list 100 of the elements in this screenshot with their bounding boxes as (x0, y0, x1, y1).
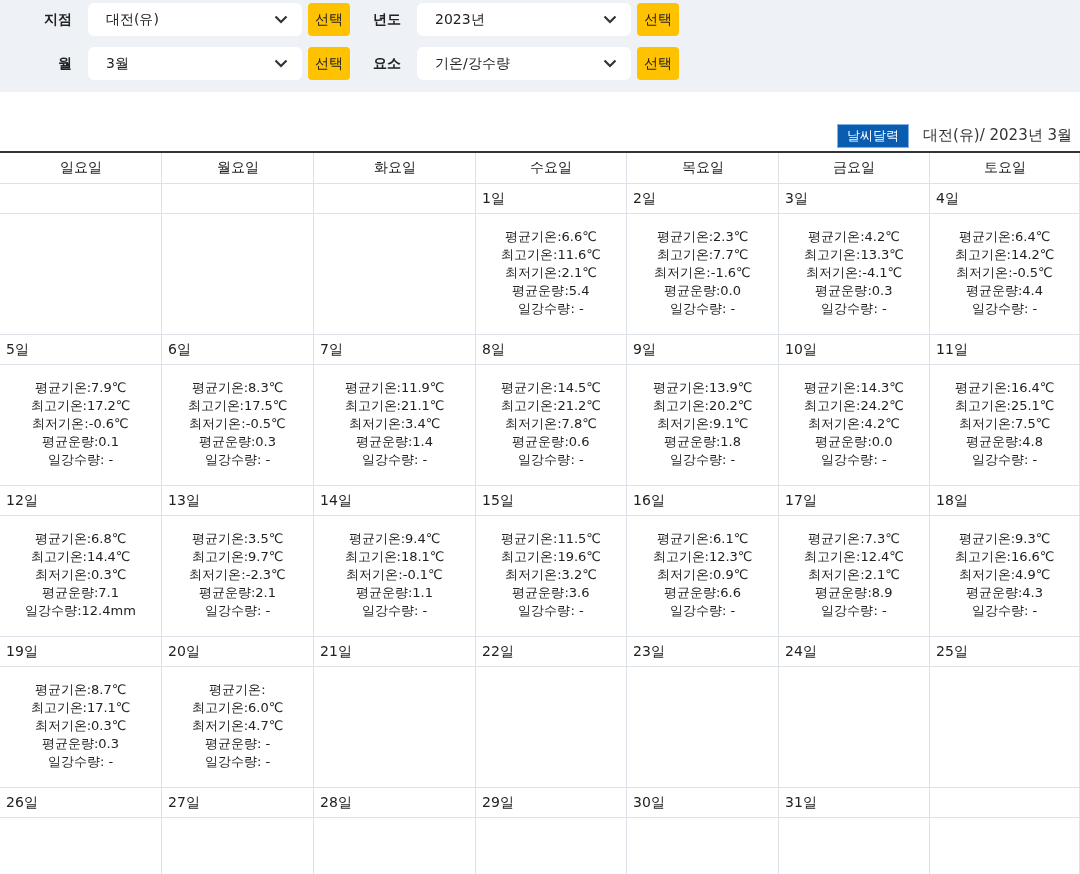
day-number: 31일 (785, 793, 817, 812)
weather-stat: 일강수량: - (821, 451, 887, 469)
weather-stat: 최고기온:7.7℃ (656, 246, 749, 264)
weather-stat: 최고기온:9.7℃ (191, 548, 284, 566)
day-number: 10일 (785, 340, 817, 359)
weather-stat: 일강수량: - (47, 451, 114, 469)
weather-stat: 최저기온:2.1℃ (808, 566, 900, 584)
weather-stat: 최고기온:24.2℃ (804, 397, 904, 415)
day-number: 13일 (168, 491, 200, 510)
weather-stat: 일강수량: - (361, 602, 428, 620)
weather-stat: 평균운량:4.3 (965, 584, 1044, 602)
weather-stat: 최고기온:6.0℃ (191, 699, 284, 717)
day-number: 28일 (320, 793, 352, 812)
weather-stat: 평균기온:8.3℃ (191, 379, 284, 397)
day-number: 21일 (320, 642, 352, 661)
filter-label: 지점 (43, 9, 72, 29)
weekday-header: 일요일 (0, 153, 162, 184)
weekday-header: 목요일 (627, 153, 779, 184)
weather-stat: 평균기온:11.9℃ (344, 379, 445, 397)
day-number: 27일 (168, 793, 200, 812)
weather-stat: 최저기온:-0.5℃ (189, 415, 286, 433)
select-button[interactable]: 선택 (637, 3, 679, 36)
weather-stat: 평균운량:4.8 (965, 433, 1044, 451)
weather-stat: 평균운량:0.3 (198, 433, 277, 451)
weather-stat: 평균기온:11.5℃ (501, 530, 601, 548)
day-number: 4일 (936, 189, 959, 208)
weather-stat: 최저기온:4.7℃ (191, 717, 284, 735)
weather-stat: 평균운량:3.6 (512, 584, 590, 602)
weather-stat: 일강수량: - (47, 753, 114, 771)
day-number: 8일 (482, 340, 505, 359)
day-number: 16일 (633, 491, 665, 510)
weather-stat: 평균기온: (209, 681, 266, 699)
chevron-down-icon (274, 15, 288, 24)
select-dropdown[interactable]: 대전(유) (88, 3, 302, 36)
weather-stat: 최저기온:4.9℃ (958, 566, 1051, 584)
weather-stat: 평균기온:6.1℃ (656, 530, 749, 548)
weather-stat: 최저기온:7.8℃ (505, 415, 597, 433)
weather-stat: 평균운량:6.6 (663, 584, 742, 602)
weather-stat: 일강수량: - (518, 300, 584, 318)
day-number: 25일 (936, 642, 968, 661)
chevron-down-icon (603, 59, 617, 68)
weather-stat: 일강수량: - (204, 602, 271, 620)
weather-stat: 일강수량: - (821, 300, 887, 318)
weather-stat: 일강수량: - (971, 300, 1038, 318)
weather-stat: 최저기온:-2.3℃ (189, 566, 286, 584)
weather-stat: 일강수량: - (669, 602, 736, 620)
weather-stat: 평균운량:0.3 (41, 735, 120, 753)
select-button[interactable]: 선택 (637, 47, 679, 80)
weather-stat: 최고기온:21.2℃ (501, 397, 601, 415)
weather-stat: 평균운량:0.6 (512, 433, 590, 451)
weekday-header: 금요일 (779, 153, 930, 184)
weather-stat: 평균기온:7.9℃ (34, 379, 127, 397)
select-button[interactable]: 선택 (308, 47, 350, 80)
weather-stat: 최저기온:-1.6℃ (654, 264, 751, 282)
weather-stat: 평균기온:14.5℃ (501, 379, 601, 397)
weather-stat: 평균기온:4.2℃ (808, 228, 900, 246)
weather-stat: 일강수량: - (669, 451, 736, 469)
weather-stat: 평균운량:0.3 (815, 282, 893, 300)
weather-stat: 최저기온:9.1℃ (656, 415, 749, 433)
select-dropdown[interactable]: 기온/강수량 (417, 47, 631, 80)
weather-stat: 평균기온:16.4℃ (954, 379, 1055, 397)
weather-stat: 평균운량:8.9 (815, 584, 893, 602)
filter-label: 요소 (372, 53, 401, 73)
weather-stat: 최저기온:3.4℃ (348, 415, 441, 433)
weather-stat: 최고기온:14.4℃ (30, 548, 131, 566)
day-number: 23일 (633, 642, 665, 661)
weather-stat: 최저기온:-0.1℃ (346, 566, 443, 584)
day-number: 18일 (936, 491, 968, 510)
day-number: 20일 (168, 642, 200, 661)
weather-stat: 최저기온:0.3℃ (34, 717, 127, 735)
day-number: 12일 (6, 491, 38, 510)
day-number: 7일 (320, 340, 343, 359)
weather-calendar-badge: 날씨달력 (837, 123, 909, 148)
weather-stat: 평균기온:9.3℃ (958, 530, 1051, 548)
chevron-down-icon (603, 15, 617, 24)
day-number: 9일 (633, 340, 656, 359)
weather-stat: 최고기온:21.1℃ (344, 397, 445, 415)
weather-stat: 최고기온:12.4℃ (804, 548, 904, 566)
select-dropdown[interactable]: 3월 (88, 47, 302, 80)
weather-stat: 최고기온:18.1℃ (344, 548, 445, 566)
weather-stat: 평균운량:2.1 (198, 584, 277, 602)
weather-stat: 평균운량:4.4 (965, 282, 1044, 300)
select-button[interactable]: 선택 (308, 3, 350, 36)
weather-stat: 평균기온:14.3℃ (804, 379, 904, 397)
weather-stat: 평균운량:0.1 (41, 433, 120, 451)
weather-stat: 최고기온:11.6℃ (501, 246, 601, 264)
weather-stat: 평균운량:1.4 (355, 433, 434, 451)
weather-stat: 평균기온:6.6℃ (505, 228, 597, 246)
day-number: 19일 (6, 642, 38, 661)
weather-stat: 최고기온:13.3℃ (804, 246, 904, 264)
weather-stat: 일강수량: - (204, 451, 271, 469)
weather-stat: 최저기온:0.3℃ (34, 566, 127, 584)
day-number: 3일 (785, 189, 808, 208)
weather-stat: 일강수량: - (518, 451, 584, 469)
weather-stat: 최고기온:19.6℃ (501, 548, 601, 566)
select-dropdown[interactable]: 2023년 (417, 3, 631, 36)
weather-stat: 최저기온:7.5℃ (958, 415, 1051, 433)
weather-stat: 최고기온:16.6℃ (954, 548, 1055, 566)
weather-stat: 최고기온:20.2℃ (652, 397, 753, 415)
day-number: 2일 (633, 189, 656, 208)
